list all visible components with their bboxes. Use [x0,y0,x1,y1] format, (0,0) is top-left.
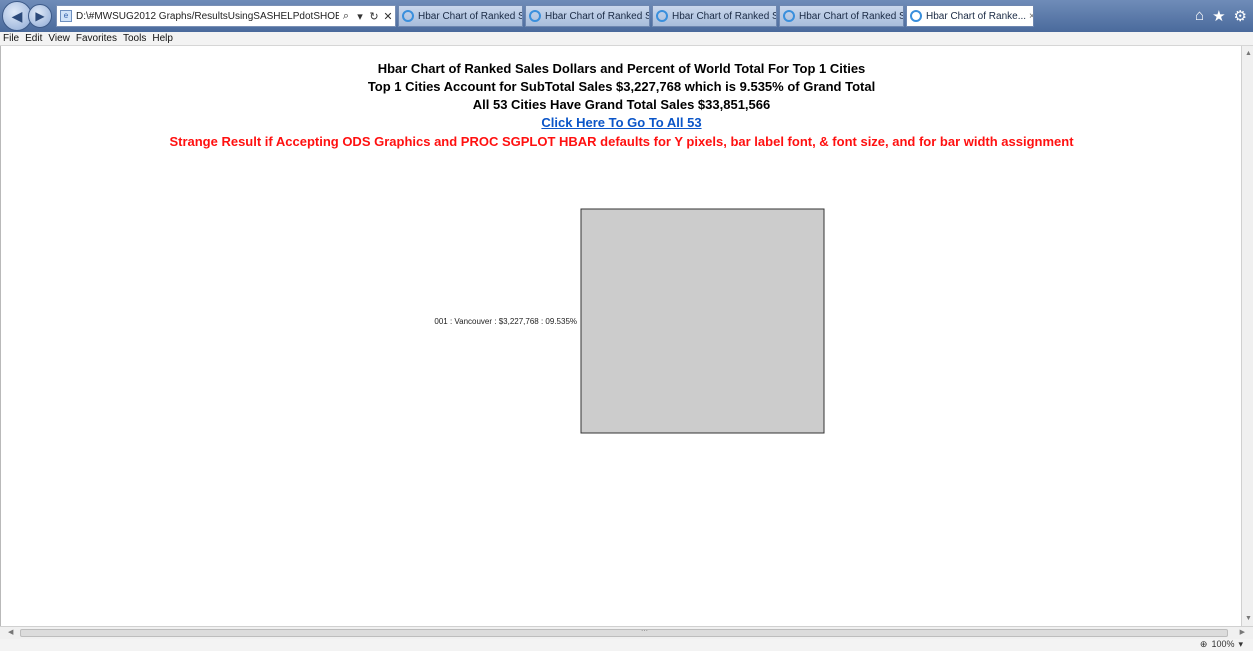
ie-icon [656,10,668,22]
scroll-up-icon[interactable]: ▲ [1245,50,1252,57]
scroll-left-icon[interactable]: ◀ [8,628,13,636]
menu-bar: File Edit View Favorites Tools Help [0,32,1253,46]
scroll-down-icon[interactable]: ▼ [1245,615,1252,622]
tab-label: Hbar Chart of Ranked S... [418,10,523,22]
horizontal-scrollbar[interactable]: ◀ ⋯ ▶ [0,626,1253,639]
star-icon[interactable]: ★ [1212,7,1225,25]
title-bar: ◀ ▶ e D:\#MWSUG2012 Graphs/ResultsUsingS… [0,0,1253,32]
vertical-scrollbar[interactable]: ▲ ▼ [1241,46,1253,626]
tab-close-button[interactable]: × [1026,11,1033,22]
chevron-down-icon[interactable]: ▾ [1238,639,1243,650]
hbar-chart: 001 : Vancouver : $3,227,768 : 09.535% [434,208,825,434]
status-bar: ⊕ 100% ▾ [0,639,1253,651]
title-right-tools: ⌂ ★ ⚙ [1195,7,1253,25]
browser-window: ◀ ▶ e D:\#MWSUG2012 Graphs/ResultsUsingS… [0,0,1253,651]
scroll-right-icon[interactable]: ▶ [1240,628,1245,636]
menu-view[interactable]: View [48,33,70,44]
zoom-level[interactable]: 100% [1211,639,1234,650]
menu-help[interactable]: Help [152,33,173,44]
close-icon[interactable]: ✕ [381,10,395,23]
address-bar[interactable]: e D:\#MWSUG2012 Graphs/ResultsUsingSASHE… [56,5,396,27]
bar-category-label: 001 : Vancouver : $3,227,768 : 09.535% [434,317,577,326]
refresh-icon[interactable]: ↻ [367,10,381,23]
browser-tab[interactable]: Hbar Chart of Ranked S... [525,5,650,27]
tab-label: Hbar Chart of Ranked S... [672,10,777,22]
gear-icon[interactable]: ⚙ [1234,7,1247,25]
tab-label: Hbar Chart of Ranked S... [545,10,650,22]
page-content: Hbar Chart of Ranked Sales Dollars and P… [0,46,1241,626]
bar [580,208,825,434]
zoom-icon: ⊕ [1199,639,1208,649]
browser-tab-active[interactable]: Hbar Chart of Ranke...× [906,5,1034,27]
home-icon[interactable]: ⌂ [1195,7,1204,25]
ie-icon [402,10,414,22]
grip-icon: ⋯ [641,628,648,635]
ie-icon [529,10,541,22]
scrollbar-thumb[interactable]: ⋯ [20,628,1228,637]
menu-tools[interactable]: Tools [123,33,146,44]
left-arrow-icon: ◀ [11,7,23,24]
browser-tab[interactable]: Hbar Chart of Ranked S... [779,5,904,27]
menu-favorites[interactable]: Favorites [76,33,117,44]
tab-label: Hbar Chart of Ranked S... [799,10,904,22]
ie-icon [910,10,922,22]
browser-tab[interactable]: Hbar Chart of Ranked S... [398,5,523,27]
forward-button[interactable]: ▶ [28,4,52,28]
right-arrow-icon: ▶ [35,9,45,23]
ie-icon [783,10,795,22]
search-icon[interactable]: ⌕ [339,10,353,23]
browser-tab[interactable]: Hbar Chart of Ranked S... [652,5,777,27]
tab-label: Hbar Chart of Ranke... [926,10,1027,22]
address-url[interactable]: D:\#MWSUG2012 Graphs/ResultsUsingSASHELP… [76,11,339,22]
page-icon: e [60,10,72,22]
dropdown-icon[interactable]: ▾ [353,10,367,23]
menu-file[interactable]: File [3,33,19,44]
zoom-control[interactable]: ⊕ 100% ▾ [1200,639,1243,650]
menu-edit[interactable]: Edit [25,33,42,44]
